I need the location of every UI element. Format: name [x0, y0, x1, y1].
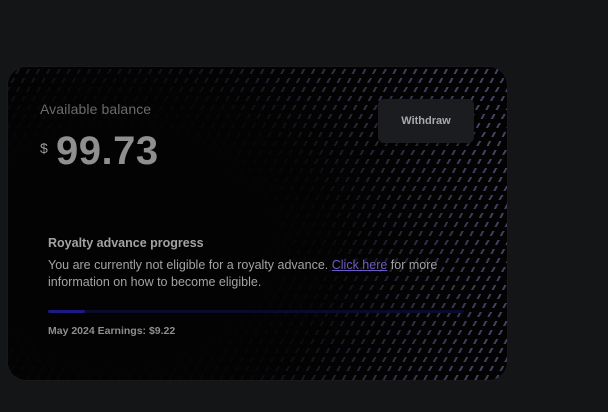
- click-here-link[interactable]: Click here: [332, 258, 388, 272]
- royalty-progress-bar: [48, 310, 464, 313]
- balance-card: Available balance $ 99.73 Withdraw Royal…: [8, 67, 507, 380]
- withdraw-button[interactable]: Withdraw: [378, 99, 474, 143]
- balance-amount: 99.73: [56, 129, 159, 173]
- royalty-progress-section: Royalty advance progress You are current…: [48, 236, 478, 291]
- eligibility-text-start: You are currently not eligible for a roy…: [48, 258, 332, 272]
- royalty-progress-title: Royalty advance progress: [48, 236, 204, 250]
- available-balance-label: Available balance: [40, 101, 152, 117]
- royalty-eligibility-text: You are currently not eligible for a roy…: [48, 257, 478, 291]
- royalty-progress-fill: [48, 310, 86, 313]
- monthly-earnings: May 2024 Earnings: $9.22: [48, 325, 176, 337]
- currency-symbol: $: [40, 140, 48, 156]
- page: Available balance $ 99.73 Withdraw Royal…: [0, 0, 608, 412]
